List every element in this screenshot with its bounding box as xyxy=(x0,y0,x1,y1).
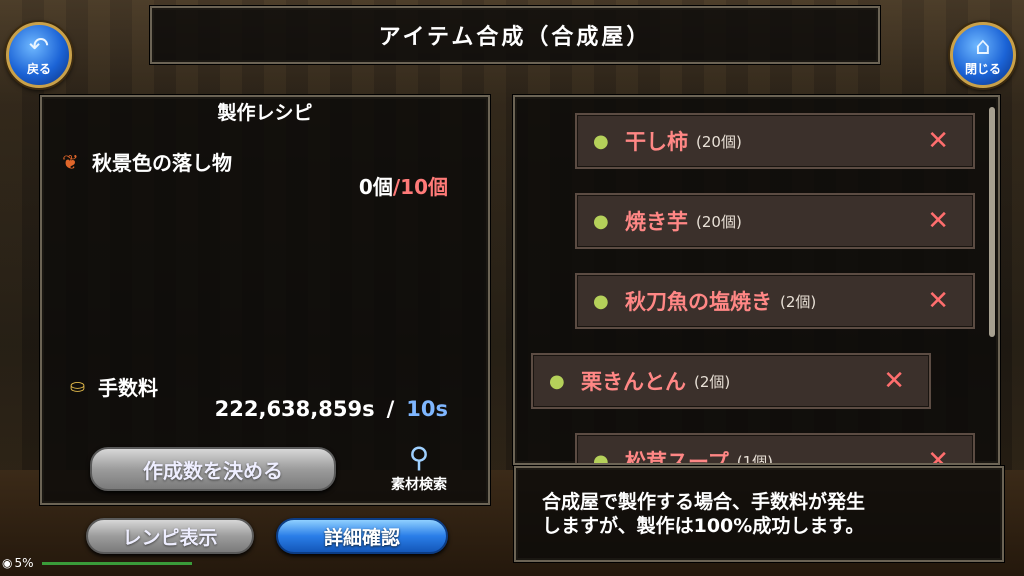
coins-icon: ⛀ xyxy=(70,375,86,397)
maple-leaf-icon: ❦ xyxy=(62,149,79,174)
decide-quantity-button[interactable]: 作成数を決める xyxy=(90,447,336,491)
material-name: 秋景色の落し物 xyxy=(92,151,232,175)
food-bowl-icon: ● xyxy=(593,450,609,465)
food-bowl-icon: ● xyxy=(593,210,609,232)
list-item[interactable]: ● 干し柿 (20個) ✕ xyxy=(575,113,975,169)
material-search-button[interactable]: ⚲ 素材検索 xyxy=(374,442,464,502)
recipe-view-button[interactable]: レンピ表示 xyxy=(86,518,254,554)
item-name: 干し柿 xyxy=(625,130,688,154)
item-qty: (1個) xyxy=(736,452,773,465)
recipe-panel: 製作レシピ ❦ 秋景色の落し物 0個/10個 ⛀ 手数料 222,638,859… xyxy=(40,95,490,505)
item-name: 焼き芋 xyxy=(625,210,688,234)
list-item[interactable]: ● 焼き芋 (20個) ✕ xyxy=(575,193,975,249)
fee-owned: 222,638,859s xyxy=(214,397,375,421)
item-name: 秋刀魚の塩焼き xyxy=(625,290,772,314)
status-indicator: ◉ 5% xyxy=(2,556,192,570)
material-count: 0個/10個 xyxy=(359,171,448,200)
list-item[interactable]: ● 松茸スープ (1個) ✕ xyxy=(575,433,975,465)
title-bar: アイテム合成（合成屋） xyxy=(150,6,880,64)
details-button[interactable]: 詳細確認 xyxy=(276,518,448,554)
back-arrow-icon: ↶ xyxy=(28,31,50,60)
list-scrollbar[interactable] xyxy=(989,107,995,337)
home-icon: ⌂ xyxy=(975,31,991,60)
item-name: 栗きんとん xyxy=(581,370,686,394)
item-qty: (2個) xyxy=(780,292,817,311)
item-qty: (2個) xyxy=(694,372,731,391)
info-message-box: 合成屋で製作する場合、手数料が発生 しますが、製作は100%成功します。 xyxy=(514,466,1004,562)
material-owned: 0個 xyxy=(358,175,393,199)
fee-separator: / xyxy=(386,397,395,421)
magnifier-icon: ⚲ xyxy=(408,441,430,474)
close-x-icon[interactable]: ✕ xyxy=(927,287,949,315)
close-x-icon[interactable]: ✕ xyxy=(927,447,949,463)
material-row: ❦ 秋景色の落し物 xyxy=(62,147,232,176)
food-bowl-icon: ● xyxy=(593,290,609,312)
item-name: 松茸スープ xyxy=(625,450,729,465)
back-button-label: 戻る xyxy=(26,61,51,76)
item-qty: (20個) xyxy=(696,212,742,231)
info-message: 合成屋で製作する場合、手数料が発生 しますが、製作は100%成功します。 xyxy=(542,490,865,538)
food-bowl-icon: ● xyxy=(593,130,609,152)
info-line-1: 合成屋で製作する場合、手数料が発生 xyxy=(542,491,866,513)
back-button[interactable]: ↶ 戻る xyxy=(6,22,72,88)
recipe-heading: 製作レシピ xyxy=(217,102,313,124)
info-line-2: しますが、製作は100%成功します。 xyxy=(542,515,865,537)
status-bar xyxy=(41,561,192,565)
close-x-icon[interactable]: ✕ xyxy=(927,127,949,155)
item-list-panel: ● 干し柿 (20個) ✕ ● 焼き芋 (20個) ✕ ● 秋刀魚の塩焼き (2… xyxy=(513,95,1000,465)
fee-required: 10s xyxy=(406,397,448,421)
list-item-selected[interactable]: ● 栗きんとん (2個) ✕ xyxy=(531,353,931,409)
list-item[interactable]: ● 秋刀魚の塩焼き (2個) ✕ xyxy=(575,273,975,329)
globe-icon: ◉ xyxy=(2,556,13,570)
page-title: アイテム合成（合成屋） xyxy=(378,25,652,50)
close-x-icon[interactable]: ✕ xyxy=(883,367,905,395)
material-required: 10個 xyxy=(400,175,448,199)
status-percent: 5% xyxy=(14,556,34,570)
fee-row: ⛀ 手数料 xyxy=(70,372,158,401)
food-bowl-icon: ● xyxy=(549,370,565,392)
close-button-label: 閉じる xyxy=(964,61,1001,76)
fee-label: 手数料 xyxy=(98,376,158,400)
close-x-icon[interactable]: ✕ xyxy=(927,207,949,235)
material-search-label: 素材検索 xyxy=(391,477,447,493)
close-button[interactable]: ⌂ 閉じる xyxy=(950,22,1016,88)
item-qty: (20個) xyxy=(696,132,742,151)
fee-values: 222,638,859s / 10s xyxy=(215,397,448,421)
